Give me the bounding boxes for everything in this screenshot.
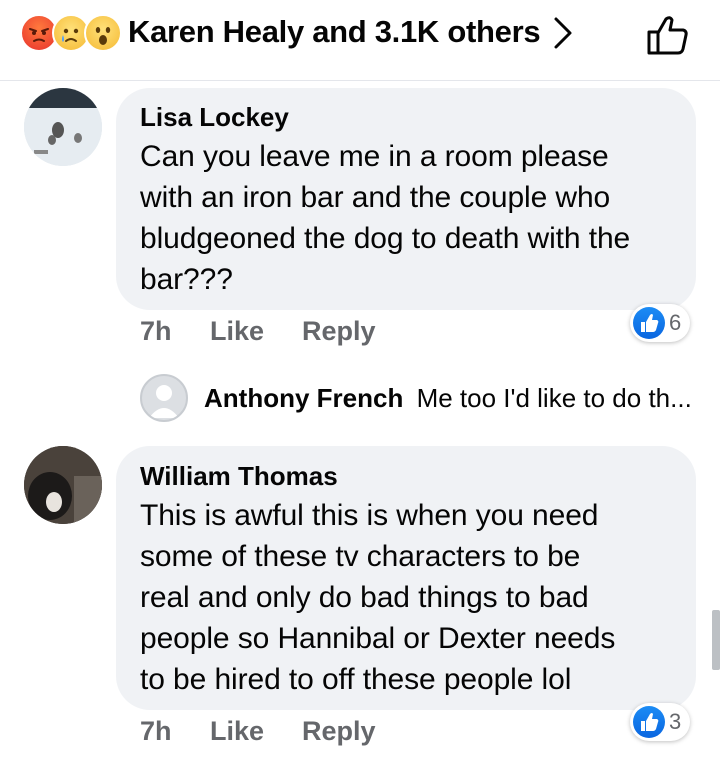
reaction-icons xyxy=(20,14,130,52)
avatar[interactable] xyxy=(140,374,188,422)
comment-text-line: some of these tv characters to be xyxy=(140,540,581,573)
comment-text-line: to be hired to off these people lol xyxy=(140,663,572,696)
avatar[interactable] xyxy=(24,446,102,524)
chevron-right-icon[interactable] xyxy=(552,16,574,50)
comment-timestamp: 7h xyxy=(140,316,172,346)
like-button[interactable]: Like xyxy=(210,316,264,347)
like-count-badge[interactable]: 6 xyxy=(630,304,690,342)
like-count-badge[interactable]: 3 xyxy=(630,703,690,741)
comment-author[interactable]: Lisa Lockey xyxy=(140,102,289,133)
comment-text-line: bar??? xyxy=(140,263,233,296)
wow-face-icon xyxy=(84,14,122,52)
comment-text-line: bludgeoned the dog to death with the xyxy=(140,222,631,255)
thumbs-up-icon[interactable] xyxy=(646,14,690,56)
reactions-bar[interactable]: Karen Healy and 3.1K others xyxy=(0,0,720,81)
comment-text-line: This is awful this is when you need xyxy=(140,499,599,532)
reply-button[interactable]: Reply xyxy=(302,316,376,347)
reply-text: Me too I'd like to do th... xyxy=(416,383,692,413)
like-count: 3 xyxy=(669,709,682,734)
like-count: 6 xyxy=(669,310,682,335)
like-icon xyxy=(633,706,665,738)
reply-author[interactable]: Anthony French xyxy=(204,383,403,413)
like-button[interactable]: Like xyxy=(210,716,264,747)
reactions-summary[interactable]: Karen Healy and 3.1K others xyxy=(128,14,541,50)
comment-text-line: real and only do bad things to bad xyxy=(140,581,589,614)
avatar[interactable] xyxy=(24,88,102,166)
comment-author[interactable]: William Thomas xyxy=(140,461,338,492)
comment-text-line: with an iron bar and the couple who xyxy=(140,181,611,214)
comment-text-line: people so Hannibal or Dexter needs xyxy=(140,622,616,655)
scrollbar[interactable] xyxy=(712,610,720,670)
like-icon xyxy=(633,307,665,339)
reply-button[interactable]: Reply xyxy=(302,716,376,747)
comment-timestamp: 7h xyxy=(140,716,172,746)
comment-text-line: Can you leave me in a room please xyxy=(140,140,609,173)
